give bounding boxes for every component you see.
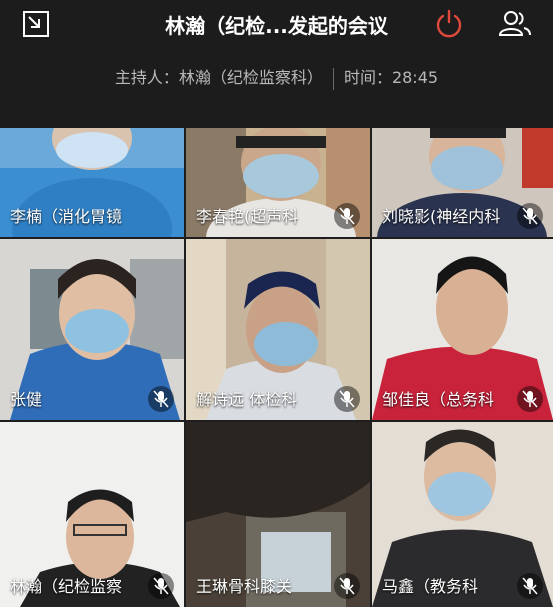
video-grid: 李楠（消化胃镜 李春艳(超声科 刘晓影(神经内科 张健 解诗远 体检科 邹佳良（…: [0, 128, 553, 607]
participant-name: 解诗远 体检科: [196, 390, 298, 409]
leave-meeting-button[interactable]: [434, 8, 464, 38]
video-tile[interactable]: 林瀚（纪检监察: [0, 422, 184, 607]
participant-name: 李春艳(超声科: [196, 207, 299, 226]
participant-name: 李楠（消化胃镜: [10, 207, 123, 226]
mic-muted-icon: [517, 573, 543, 599]
meeting-title: 林瀚（纪检...发起的会议: [165, 14, 388, 38]
power-icon: [436, 9, 462, 38]
mic-muted-icon: [334, 573, 360, 599]
participant-name: 邹佳良（总务科: [382, 390, 495, 409]
mic-muted-icon: [334, 203, 360, 229]
participant-name: 马鑫（教务科: [382, 577, 479, 596]
participant-name: 刘晓影(神经内科: [382, 207, 501, 226]
video-tile[interactable]: 王琳骨科膝关: [186, 422, 370, 607]
participant-name: 王琳骨科膝关: [196, 577, 293, 596]
participant-name: 张健: [10, 390, 43, 409]
video-tile[interactable]: 邹佳良（总务科: [372, 239, 553, 420]
meeting-top-bar: 林瀚（纪检...发起的会议: [0, 0, 553, 48]
video-tile[interactable]: 李楠（消化胃镜: [0, 128, 184, 237]
video-tile[interactable]: 刘晓影(神经内科: [372, 128, 553, 237]
mic-muted-icon: [334, 386, 360, 412]
meeting-info-bar: 主持人：林瀚（纪检监察科） 时间：28:45: [0, 48, 553, 128]
mic-muted-icon: [148, 573, 174, 599]
host-label: 主持人：林瀚（纪检监察科）: [114, 68, 323, 87]
participant-name: 林瀚（纪检监察: [10, 577, 123, 596]
participants-button[interactable]: [498, 8, 532, 38]
shrink-window-icon[interactable]: [22, 10, 50, 38]
mic-muted-icon: [517, 203, 543, 229]
video-tile[interactable]: 解诗远 体检科: [186, 239, 370, 420]
video-tile[interactable]: 李春艳(超声科: [186, 128, 370, 237]
participants-icon: [498, 11, 531, 36]
meeting-time: 时间：28:45: [343, 68, 439, 87]
video-tile[interactable]: 张健: [0, 239, 184, 420]
divider: [332, 67, 334, 90]
mic-muted-icon: [517, 386, 543, 412]
video-tile[interactable]: 马鑫（教务科: [372, 422, 553, 607]
mic-muted-icon: [148, 386, 174, 412]
